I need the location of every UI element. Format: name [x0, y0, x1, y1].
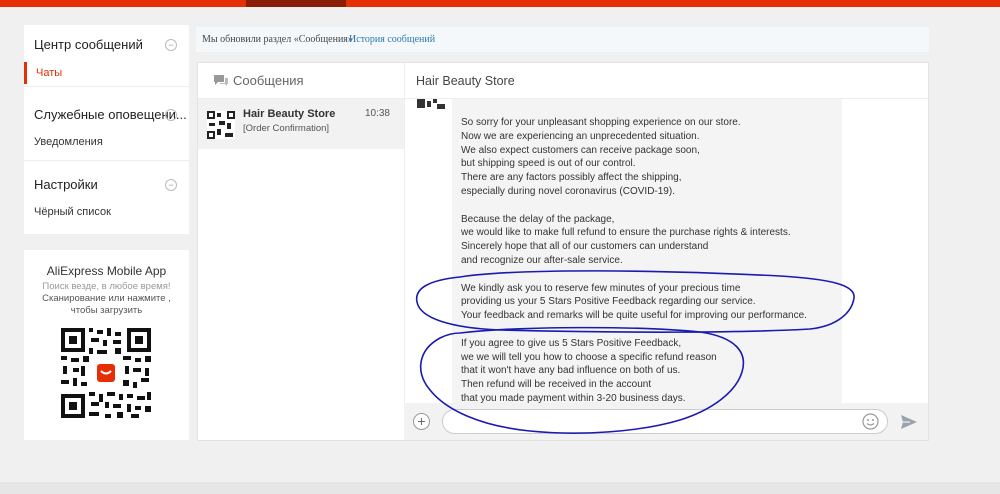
conversation-list-title: Сообщения — [233, 73, 304, 88]
chat-title: Hair Beauty Store — [416, 74, 515, 88]
top-brand-bar — [0, 0, 1000, 7]
sidebar: Центр сообщений − Чаты Служебные оповеще… — [24, 25, 189, 234]
message-line: that you made payment within 3-20 busine… — [461, 393, 686, 403]
message-line: If you agree to give us 5 Stars Positive… — [461, 337, 682, 349]
message-line: Now we are experiencing an unprecedented… — [461, 130, 700, 142]
collapse-icon[interactable]: − — [165, 39, 177, 51]
message-line: Because the delay of the package, — [461, 213, 615, 225]
send-icon[interactable] — [900, 414, 918, 430]
divider — [24, 160, 189, 161]
message-bubble: So sorry for your unpleasant shopping ex… — [452, 99, 842, 403]
app-promo-description: Поиск везде, в любое время! Сканирование… — [24, 281, 189, 317]
app-promo-line1: Поиск везде, в любое время! — [42, 281, 171, 292]
conversation-time: 10:38 — [364, 108, 390, 119]
collapse-icon[interactable]: − — [165, 109, 177, 121]
conversation-item[interactable]: Hair Beauty Store [Order Confirmation] 1… — [198, 99, 404, 149]
conversation-name: Hair Beauty Store — [243, 108, 336, 120]
app-promo-line3: чтобы загрузить — [70, 305, 143, 316]
sidebar-item-notifications[interactable]: Уведомления — [34, 136, 103, 148]
message-composer: + — [404, 403, 928, 440]
sidebar-item-chats[interactable]: Чаты — [36, 67, 62, 79]
sidebar-title-service-notices[interactable]: Служебные оповещени... — [34, 107, 187, 122]
qr-code-icon[interactable] — [61, 328, 151, 418]
bottom-bar — [0, 482, 1000, 494]
message-line: Then refund will be received in the acco… — [461, 379, 652, 391]
conversation-list-header: Сообщения — [198, 63, 404, 99]
message-input[interactable] — [442, 409, 888, 434]
message-line: There are any factors possibly affect th… — [461, 172, 682, 184]
divider — [24, 86, 189, 87]
message-pane-header: Hair Beauty Store — [404, 63, 928, 99]
message-line: and recognize our after-sale service. — [461, 255, 623, 266]
message-line: We also expect customers can receive pac… — [461, 144, 700, 156]
top-bar-accent — [246, 0, 346, 7]
message-line: Your feedback and remarks will be quite … — [461, 310, 807, 322]
store-avatar — [207, 111, 235, 139]
plus-icon[interactable]: + — [413, 413, 430, 430]
message-line: that it won't have any bad influence on … — [461, 365, 681, 377]
message-pane: Hair Beauty Store So sorry for your unpl… — [404, 63, 928, 440]
message-line: Sincerely hope that all of our customers… — [461, 241, 709, 253]
conversation-subtitle: [Order Confirmation] — [243, 123, 330, 134]
message-line: So sorry for your unpleasant shopping ex… — [461, 117, 741, 128]
message-line: We kindly ask you to reserve few minutes… — [461, 282, 741, 294]
chat-bubble-icon — [214, 75, 228, 86]
message-line: providing us your 5 Stars Positive Feedb… — [461, 296, 756, 308]
message-list[interactable]: So sorry for your unpleasant shopping ex… — [404, 99, 928, 403]
app-promo-line2: Сканирование или нажмите , — [42, 293, 171, 304]
update-notice: Мы обновили раздел «Сообщения»! История … — [196, 27, 929, 52]
message-history-link[interactable]: История сообщений — [349, 27, 435, 52]
sidebar-title-message-center[interactable]: Центр сообщений — [34, 37, 143, 52]
emoji-icon[interactable] — [862, 413, 879, 430]
sender-avatar — [417, 99, 445, 110]
message-line: we would like to make full refund to ens… — [461, 227, 791, 239]
update-notice-text: Мы обновили раздел «Сообщения»! — [202, 34, 357, 45]
active-indicator — [24, 62, 27, 84]
chat-panel: Сообщения Hair Beauty Store [Order Confi… — [197, 62, 929, 441]
message-line: we we will tell you how to choose a spec… — [461, 351, 717, 363]
collapse-icon[interactable]: − — [165, 179, 177, 191]
conversation-list: Сообщения Hair Beauty Store [Order Confi… — [198, 63, 405, 440]
message-line: but shipping speed is out of our control… — [461, 158, 636, 170]
sidebar-title-settings[interactable]: Настройки — [34, 177, 98, 192]
app-promo: AliExpress Mobile App Поиск везде, в люб… — [24, 250, 189, 440]
app-promo-title: AliExpress Mobile App — [46, 264, 167, 278]
message-line: especially during novel coronavirus (COV… — [461, 186, 675, 197]
sidebar-item-blacklist[interactable]: Чёрный список — [34, 206, 111, 218]
